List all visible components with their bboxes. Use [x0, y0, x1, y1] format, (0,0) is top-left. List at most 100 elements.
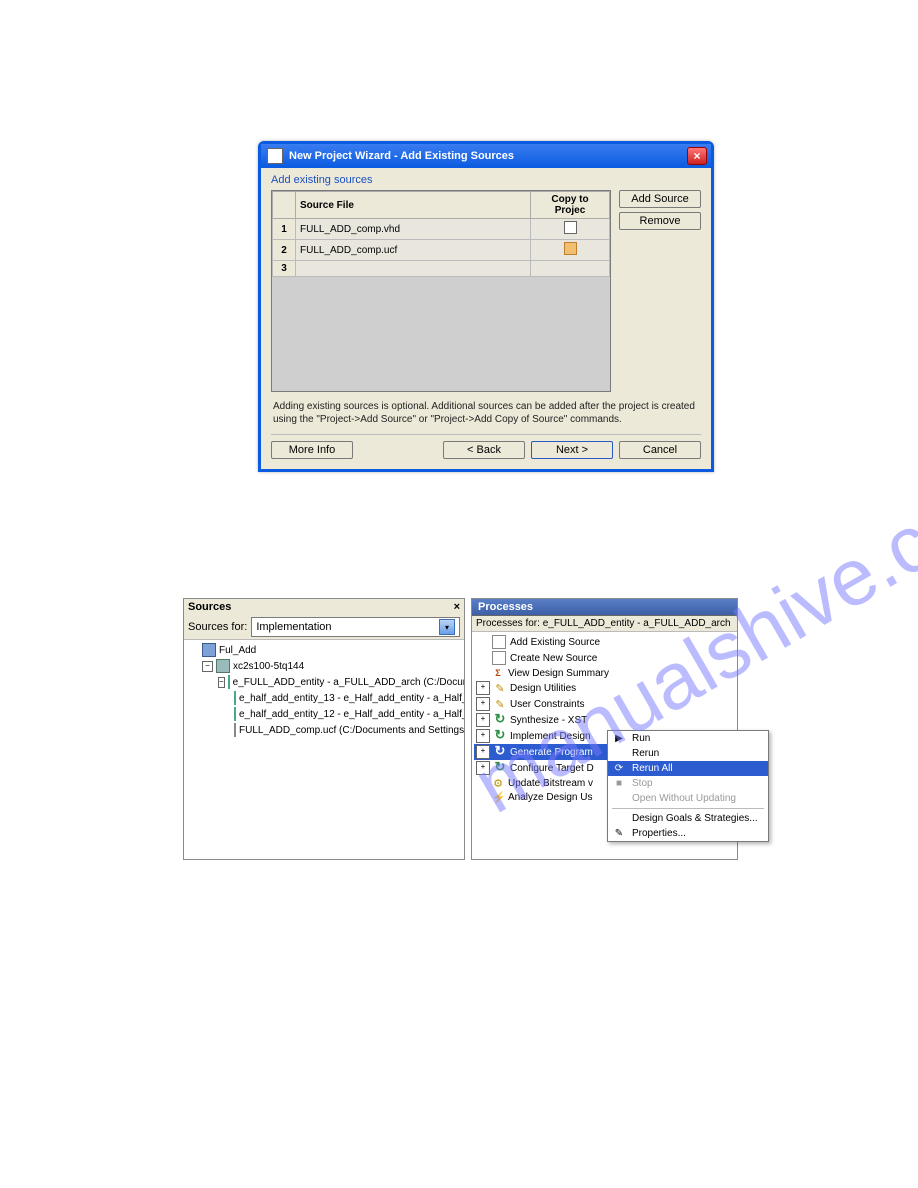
- back-button[interactable]: < Back: [443, 441, 525, 459]
- ctx-label: Design Goals & Strategies...: [632, 813, 758, 824]
- sources-for-label: Sources for:: [188, 621, 247, 633]
- remove-button[interactable]: Remove: [619, 212, 701, 230]
- next-button[interactable]: Next >: [531, 441, 613, 459]
- processes-panel: Processes Processes for: e_FULL_ADD_enti…: [471, 598, 738, 860]
- proc-design-utilities[interactable]: +✎Design Utilities: [474, 680, 735, 696]
- dialog-title-text: New Project Wizard - Add Existing Source…: [289, 150, 514, 162]
- spacer-icon: [476, 777, 488, 789]
- spacer-icon: [476, 667, 488, 679]
- close-icon[interactable]: ×: [454, 601, 460, 613]
- dialog-body: Add existing sources Source File Copy to…: [261, 168, 711, 469]
- tree-item-subentity[interactable]: e_half_add_entity_12 - e_Half_add_entity…: [188, 706, 460, 722]
- tree-item-entity[interactable]: − e_FULL_ADD_entity - a_FULL_ADD_arch (C…: [188, 674, 460, 690]
- ctx-run[interactable]: ▶Run: [608, 731, 768, 746]
- ctx-label: Stop: [632, 778, 653, 789]
- implementation-dropdown[interactable]: Implementation ▾: [251, 617, 460, 637]
- copy-checkbox[interactable]: [564, 221, 577, 234]
- row-check-cell: [531, 261, 610, 277]
- col-sourcefile: Source File: [296, 192, 531, 219]
- footer-right: < Back Next > Cancel: [443, 441, 701, 459]
- utilities-icon: ✎: [494, 682, 506, 694]
- tree-label: xc2s100-5tq144: [233, 661, 304, 672]
- chevron-down-icon: ▾: [439, 619, 455, 635]
- tree-item-ucf[interactable]: FULL_ADD_comp.ucf (C:/Documents and Sett…: [188, 722, 460, 738]
- side-buttons: Add Source Remove: [619, 190, 701, 392]
- expand-icon[interactable]: +: [476, 745, 490, 759]
- table-row[interactable]: 2 FULL_ADD_comp.ucf: [273, 240, 610, 261]
- row-num: 3: [273, 261, 296, 277]
- row-check-cell: [531, 219, 610, 240]
- context-menu: ▶Run Rerun ⟳Rerun All ■Stop Open Without…: [607, 730, 769, 842]
- app-icon: [267, 148, 283, 164]
- ctx-rerun[interactable]: Rerun: [608, 746, 768, 761]
- more-info-button[interactable]: More Info: [271, 441, 353, 459]
- tree-label: Ful_Add: [219, 645, 256, 656]
- tree-label: FULL_ADD_comp.ucf (C:/Documents and Sett…: [239, 725, 464, 736]
- tree-label: e_half_add_entity_13 - e_Half_add_entity…: [239, 693, 464, 704]
- row-num: 2: [273, 240, 296, 261]
- collapse-icon[interactable]: −: [218, 677, 225, 688]
- row-file: [296, 261, 531, 277]
- sources-table: Source File Copy to Projec 1 FULL_ADD_co…: [271, 190, 611, 392]
- close-icon: ×: [693, 149, 700, 163]
- refresh-icon: ↻: [494, 746, 506, 758]
- ctx-properties[interactable]: ✎ Properties...: [608, 826, 768, 841]
- run-icon: ▶: [612, 733, 626, 744]
- stop-icon: ■: [612, 778, 626, 789]
- proc-label: Update Bitstream v: [508, 778, 593, 789]
- summary-icon: Σ: [492, 667, 504, 679]
- expand-icon[interactable]: +: [476, 761, 490, 775]
- entity-icon: [228, 675, 230, 689]
- entity-icon: [234, 707, 236, 721]
- row-num: 1: [273, 219, 296, 240]
- proc-synthesize[interactable]: +↻Synthesize - XST: [474, 712, 735, 728]
- ctx-label: Rerun: [632, 748, 659, 759]
- expand-icon[interactable]: +: [476, 729, 490, 743]
- table-row[interactable]: 1 FULL_ADD_comp.vhd: [273, 219, 610, 240]
- spacer-icon: [476, 791, 488, 803]
- rerun-all-icon: ⟳: [612, 763, 626, 774]
- tree-item-device[interactable]: − xc2s100-5tq144: [188, 658, 460, 674]
- row-check-cell: [531, 240, 610, 261]
- constraints-icon: ✎: [494, 698, 506, 710]
- sources-panel: Sources × Sources for: Implementation ▾ …: [183, 598, 465, 860]
- sources-area: Source File Copy to Projec 1 FULL_ADD_co…: [271, 190, 701, 392]
- spacer-icon: [476, 636, 488, 648]
- copy-checkbox[interactable]: [564, 242, 577, 255]
- add-source-button[interactable]: Add Source: [619, 190, 701, 208]
- expand-icon[interactable]: +: [476, 681, 490, 695]
- proc-label: Configure Target D: [510, 763, 594, 774]
- refresh-icon: ↻: [494, 730, 506, 742]
- sources-titlebar: Sources ×: [184, 599, 464, 615]
- info-text: Adding existing sources is optional. Add…: [273, 400, 699, 426]
- proc-add-existing[interactable]: Add Existing Source: [474, 634, 735, 650]
- proc-create-new[interactable]: Create New Source: [474, 650, 735, 666]
- ctx-rerun-all[interactable]: ⟳Rerun All: [608, 761, 768, 776]
- chip-icon: [216, 659, 230, 673]
- dialog-titlebar: New Project Wizard - Add Existing Source…: [261, 144, 711, 168]
- ctx-design-goals[interactable]: Design Goals & Strategies...: [608, 811, 768, 826]
- proc-user-constraints[interactable]: +✎User Constraints: [474, 696, 735, 712]
- tree-label: e_half_add_entity_12 - e_Half_add_entity…: [239, 709, 464, 720]
- proc-view-summary[interactable]: Σ View Design Summary: [474, 666, 735, 680]
- close-button[interactable]: ×: [687, 147, 707, 165]
- table-row[interactable]: 3: [273, 261, 610, 277]
- new-project-wizard-dialog: New Project Wizard - Add Existing Source…: [258, 141, 714, 472]
- tree-item-project[interactable]: Ful_Add: [188, 642, 460, 658]
- processes-title: Processes: [472, 599, 737, 616]
- expand-icon[interactable]: +: [476, 697, 490, 711]
- ctx-stop: ■ Stop: [608, 776, 768, 791]
- sources-tree: Ful_Add − xc2s100-5tq144 − e_FULL_ADD_en…: [184, 640, 464, 740]
- proc-label: Generate Program: [510, 747, 593, 758]
- dialog-footer: More Info < Back Next > Cancel: [271, 434, 701, 459]
- cancel-button[interactable]: Cancel: [619, 441, 701, 459]
- expand-icon[interactable]: +: [476, 713, 490, 727]
- ctx-label: Properties...: [632, 828, 686, 839]
- proc-label: Implement Design: [510, 731, 591, 742]
- properties-icon: ✎: [612, 828, 626, 839]
- project-icon: [202, 643, 216, 657]
- separator: [612, 808, 764, 809]
- tree-item-subentity[interactable]: e_half_add_entity_13 - e_Half_add_entity…: [188, 690, 460, 706]
- proc-label: View Design Summary: [508, 668, 609, 679]
- collapse-icon[interactable]: −: [202, 661, 213, 672]
